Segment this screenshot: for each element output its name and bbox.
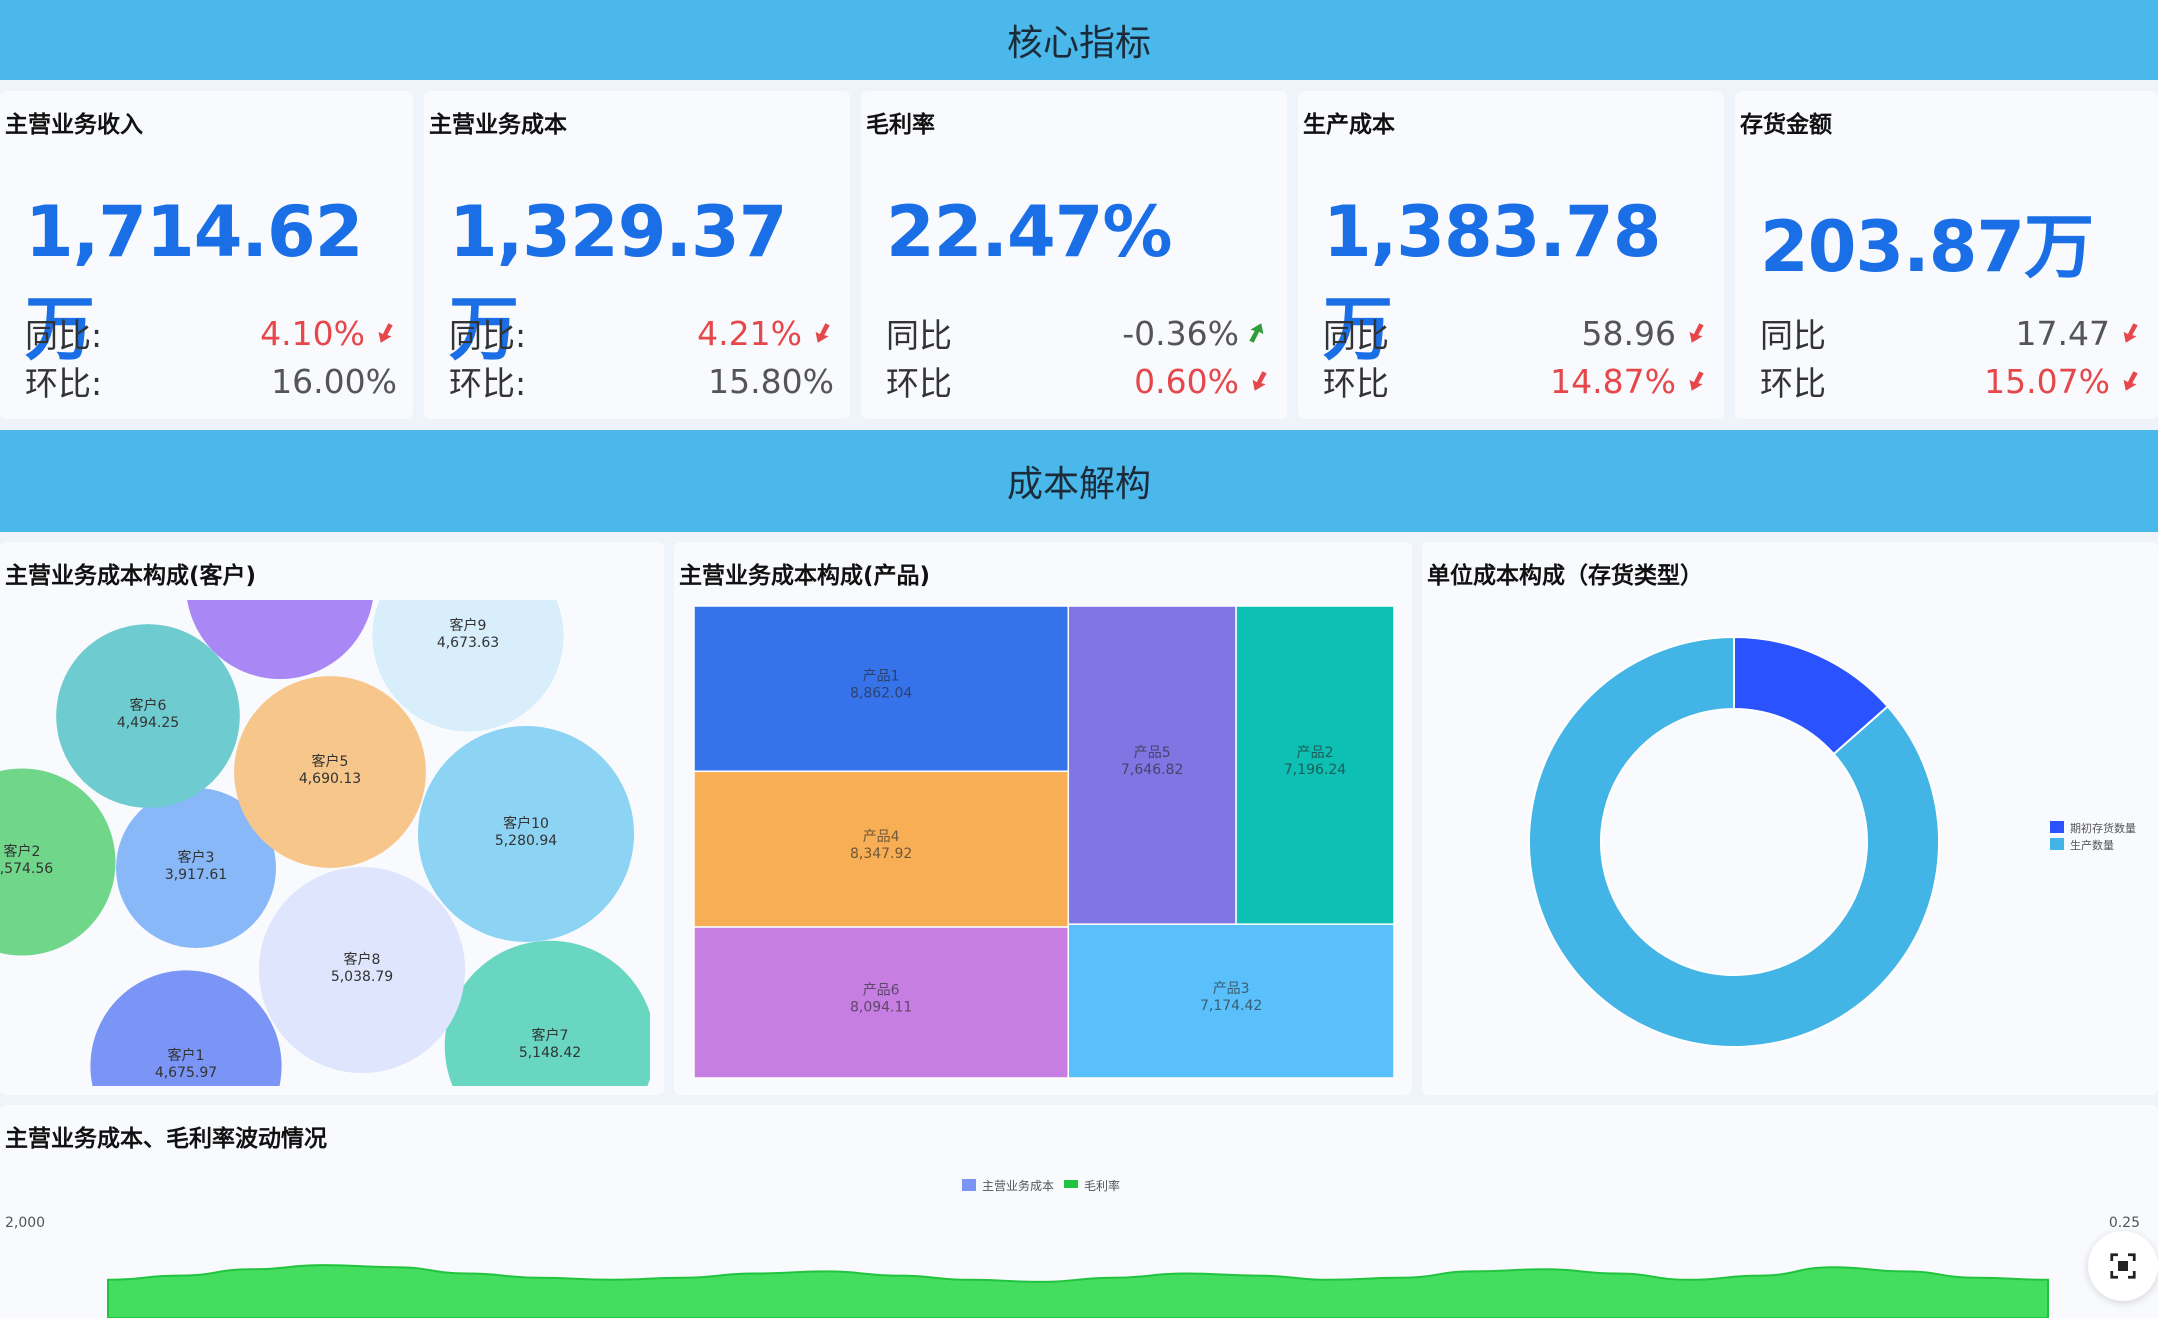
arrow-down-red-icon [1252,371,1267,391]
bubble-value-label: 4,675.97 [155,1065,217,1081]
treemap-name-label: 产品1 [863,669,900,685]
kpi-card-cost: 主营业务成本 1,329.37万 同比: 4.21% 环比: 15.80% [424,91,850,419]
kpi-mom-label: 环比 [1323,364,1389,403]
kpi-card-production-cost: 生产成本 1,383.78万 同比 58.96 环比 14.87% [1298,91,1724,419]
bubble-value-label: 5,038.79 [331,969,393,985]
kpi-yoy-label: 同比 [886,316,952,355]
panel-customer-cost: 主营业务成本构成(客户) 客户14,675.97客户24,574.56客户33,… [0,542,664,1095]
legend-label: 生产数量 [2070,838,2114,852]
panel-trend: 主营业务成本、毛利率波动情况 主营业务成本 毛利率 2,000 0.25 [0,1105,2158,1318]
arrow-down-red-icon [378,323,393,343]
bubble-chart: 客户14,675.97 客户24,574.56 客户33,917.61 客户54,69… [0,600,650,1086]
section-banner-cost: 成本解构 [0,430,2158,532]
kpi-yoy-label: 同比: [449,316,527,355]
kpi-mom-value: 14.87% [1550,361,1676,401]
treemap-value-label: 8,094.11 [850,1000,912,1016]
bubble-name-label: 客户10 [503,815,549,832]
donut-chart: 期初存货数量生产数量 [1528,635,2136,1048]
arrow-down-red-icon [1689,323,1704,343]
treemap-name-label: 产品4 [863,829,900,845]
bubble-value-label: 4,574.56 [0,861,53,877]
section-title-cost: 成本解构 [1006,464,1151,505]
kpi-mom-value: 15.07% [1984,361,2110,401]
bubble-name-label: 客户5 [312,753,349,770]
kpi-value: 22.47% [886,191,1173,273]
kpi-yoy-value: 17.47 [2015,313,2110,353]
treemap-value-label: 7,174.42 [1200,998,1262,1014]
treemap-name-label: 产品2 [1297,745,1334,761]
treemap-value-label: 8,862.04 [850,686,912,702]
treemap-chart: 产品18,862.04 产品48,347.92 产品68,094.11 产品57,64… [693,605,1395,1079]
treemap-value-label: 7,646.82 [1121,762,1183,778]
kpi-title: 毛利率 [866,112,935,138]
kpi-card-margin: 毛利率 22.47% 同比 -0.36% 环比 0.60% [861,91,1287,419]
bubble-name-label: 客户9 [450,617,487,634]
y-left-tick: 2,000 [5,1215,45,1231]
treemap-value-label: 8,347.92 [850,846,912,862]
bubble-value-label: 4,690.13 [299,771,361,787]
kpi-yoy-label: 同比 [1323,316,1389,355]
legend-label: 期初存货数量 [2070,821,2136,835]
kpi-yoy-label: 同比: [25,316,103,355]
kpi-mom-label: 环比: [449,364,527,403]
arrow-down-red-icon [1689,371,1704,391]
bubble-name-label: 客户2 [4,843,41,860]
bubble-name-label: 客户6 [130,697,167,714]
arrow-up-green-icon [1249,323,1264,343]
treemap-name-label: 产品3 [1213,981,1250,997]
legend-swatch [2050,838,2064,850]
treemap-name-label: 产品6 [863,983,900,999]
treemap-value-label: 7,196.24 [1284,762,1346,778]
panel-unit-cost: 单位成本构成（存货类型） 期初存货数量 生产数量 [1422,542,2158,1095]
bubble-name-label: 客户7 [532,1027,569,1044]
fullscreen-button[interactable] [2088,1231,2158,1301]
bubble [444,940,650,1086]
kpi-mom-value: 16.00% [271,361,397,401]
fullscreen-icon [2110,1253,2136,1279]
bubble-name-label: 客户3 [178,849,215,866]
legend-label: 主营业务成本 [982,1178,1054,1193]
kpi-card-inventory: 存货金额 203.87万 同比 17.47 环比 15.07% [1735,91,2158,419]
legend-swatch [962,1179,976,1191]
treemap-name-label: 产品5 [1134,745,1171,761]
bubble-value-label: 4,494.25 [117,715,179,731]
arrow-down-red-icon [2123,323,2138,343]
y-right-tick: 0.25 [2109,1215,2140,1231]
bubble-name-label: 客户8 [344,951,381,968]
area-chart: 主营业务成本 毛利率 2,000 0.25 [5,1178,2140,1318]
legend-label: 毛利率 [1084,1178,1120,1193]
panel-product-cost: 主营业务成本构成(产品) 产品1 8,862.04 产品4 8,347.92 产品6 8,… [674,542,1412,1095]
kpi-value: 203.87万 [1760,206,2094,288]
bubble-value-label: 4,673.63 [437,635,499,651]
bubble-value-label: 5,280.94 [495,833,557,849]
kpi-mom-label: 环比 [1760,364,1826,403]
margin-area [107,1264,2049,1318]
kpi-mom-value: 0.60% [1134,361,1239,401]
kpi-yoy-label: 同比 [1760,316,1826,355]
kpi-mom-label: 环比 [886,364,952,403]
bubble-value-label: 5,148.42 [519,1045,581,1061]
kpi-title: 主营业务收入 [5,112,143,138]
kpi-yoy-value: 4.10% [260,313,365,353]
bubble-value-label: 3,917.61 [165,867,227,883]
kpi-title: 存货金额 [1740,112,1832,138]
kpi-card-revenue: 主营业务收入 1,714.62万 同比: 4.10% 环比: 16.00% [0,91,413,419]
kpi-yoy-value: -0.36% [1122,313,1239,353]
bubble-name-label: 客户1 [168,1047,205,1064]
legend-swatch [1064,1180,1078,1188]
arrow-down-red-icon [2123,371,2138,391]
kpi-title: 主营业务成本 [429,112,567,138]
arrow-down-red-icon [815,323,830,343]
kpi-yoy-value: 4.21% [697,313,802,353]
bubble-group: 客户14,675.97 客户24,574.56 客户33,917.61 客户54,69… [0,600,650,1086]
legend-swatch [2050,821,2064,833]
kpi-title: 生产成本 [1303,112,1395,138]
kpi-mom-value: 15.80% [708,361,834,401]
kpi-mom-label: 环比: [25,364,103,403]
kpi-yoy-value: 58.96 [1581,313,1676,353]
section-banner-core: 核心指标 [0,0,2158,80]
section-title-core: 核心指标 [1006,23,1151,64]
